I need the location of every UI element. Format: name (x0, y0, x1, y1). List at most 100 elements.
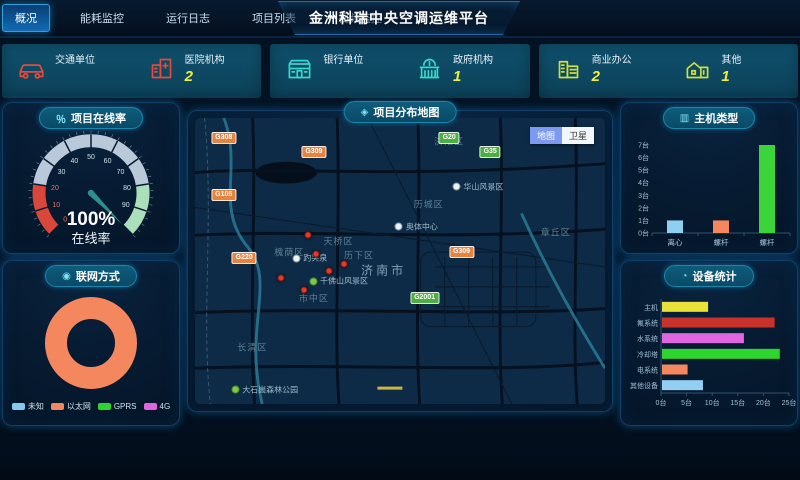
satellite-mode-button[interactable]: 卫星 (562, 127, 594, 144)
left-column: ％ 项目在线率 0102030405060708090100%在线率 ◉ 联网方… (2, 102, 180, 426)
network-header: ◉ 联网方式 (45, 265, 137, 287)
map-district-label: 历下区 (344, 249, 374, 262)
svg-text:6台: 6台 (638, 153, 649, 162)
map-poi-label: 千佛山风景区 (309, 276, 368, 287)
stat-value: 1 (721, 68, 741, 87)
top-nav-bar: 概况能耗监控运行日志项目列表视频监控 金洲科瑞中央空调运维平台 (0, 0, 800, 38)
nav-tab-1[interactable]: 概况 (2, 4, 50, 32)
stat-label: 商业办公 (592, 55, 632, 68)
svg-text:螺杆: 螺杆 (760, 237, 775, 247)
legend-label: 以太网 (67, 401, 91, 412)
road-badge: G308 (211, 132, 236, 144)
legend-swatch (51, 403, 64, 410)
svg-text:70: 70 (117, 169, 125, 176)
stat-label: 其他 (721, 55, 741, 68)
map-canvas[interactable]: 济南市槐荫区天桥区历下区市中区历城区济阳区章丘区长清区趵突泉千佛山风景区大石崮森… (195, 118, 605, 404)
svg-text:100%: 100% (67, 209, 116, 230)
online-rate-panel: ％ 项目在线率 0102030405060708090100%在线率 (2, 102, 180, 254)
stat-item: 商业办公2 (539, 55, 669, 87)
stat-item: 银行单位 (270, 55, 400, 87)
stat-item: 交通单位 (2, 55, 132, 87)
project-marker[interactable] (300, 287, 307, 294)
svg-text:10: 10 (52, 202, 60, 209)
device-stats-title: 设备统计 (693, 268, 737, 284)
road-badge: G2001 (410, 292, 439, 304)
map-poi-label: 趵突泉 (292, 253, 327, 264)
road-badge: G220 (232, 252, 257, 264)
bank-icon (286, 55, 313, 87)
svg-text:冷却塔: 冷却塔 (637, 350, 658, 359)
map-mode-button[interactable]: 地图 (530, 127, 562, 144)
legend-label: 未知 (28, 401, 44, 412)
svg-text:60: 60 (104, 158, 112, 165)
nav-tab-3[interactable]: 运行日志 (154, 5, 222, 31)
car-icon (18, 55, 45, 87)
legend-swatch (12, 403, 25, 410)
map-poi-label: 华山风景区 (452, 181, 503, 192)
government-icon (416, 55, 443, 87)
road-badge: G309 (449, 246, 474, 258)
bar-chart-icon: ▥ (680, 113, 689, 124)
svg-text:0台: 0台 (656, 398, 667, 407)
map-poi-label: 奥体中心 (395, 221, 438, 232)
road-badge: G20 (439, 132, 460, 144)
stats-row: 交通单位 医院机构2银行单位 政府机构1商业办公2其他1 (0, 38, 800, 98)
host-type-header: ▥ 主机类型 (663, 107, 755, 129)
network-legend: 未知 以太网 GPRS 4G (3, 401, 179, 412)
network-donut-chart (3, 287, 179, 399)
house-icon (684, 55, 711, 87)
project-marker[interactable] (305, 232, 312, 239)
host-type-title: 主机类型 (694, 110, 738, 126)
poi-dot-icon (231, 386, 239, 394)
legend-item[interactable]: 以太网 (51, 401, 91, 412)
svg-text:50: 50 (87, 154, 95, 161)
project-marker[interactable] (312, 251, 319, 258)
stat-value (55, 68, 95, 87)
map-panel: ◈ 项目分布地图 (187, 110, 613, 412)
legend-item[interactable]: GPRS (98, 401, 137, 412)
map-poi-label: 大石崮森林公园 (231, 384, 298, 395)
project-marker[interactable] (278, 275, 285, 282)
map-district-label: 长清区 (237, 340, 267, 353)
stat-value: 2 (185, 68, 225, 87)
road-badge: G35 (480, 146, 501, 158)
svg-text:10台: 10台 (705, 398, 720, 407)
nav-tab-2[interactable]: 能耗监控 (68, 5, 136, 31)
poi-dot-icon (292, 254, 300, 262)
svg-text:4台: 4台 (638, 178, 649, 187)
svg-text:30: 30 (58, 169, 66, 176)
network-icon: ◉ (62, 271, 71, 282)
map-district-label: 章丘区 (541, 226, 571, 239)
poi-dot-icon (395, 223, 403, 231)
stat-card: 商业办公2 其他1 (539, 44, 798, 98)
svg-text:7台: 7台 (638, 141, 649, 150)
office-icon (555, 55, 582, 87)
stat-value: 1 (453, 68, 493, 87)
stat-value: 2 (592, 68, 632, 87)
map-title: 项目分布地图 (373, 104, 439, 120)
device-stats-panel: ◔ 设备统计 0台5台10台15台20台25台主机氟系统水系统冷却塔电系统其他设… (620, 260, 798, 426)
project-marker[interactable] (326, 268, 333, 275)
stat-card: 交通单位 医院机构2 (2, 44, 261, 98)
svg-text:0台: 0台 (638, 229, 649, 238)
svg-text:90: 90 (122, 202, 130, 209)
pie-icon: ◔ (681, 271, 687, 282)
road-badge: G309 (301, 146, 326, 158)
svg-text:20: 20 (51, 185, 59, 192)
network-title: 联网方式 (76, 268, 120, 284)
project-marker[interactable] (340, 260, 347, 267)
svg-text:螺杆: 螺杆 (714, 237, 729, 247)
right-column: ▥ 主机类型 0台1台2台3台4台5台6台7台离心螺杆螺杆 ◔ 设备统计 0台5… (620, 102, 798, 426)
stat-label: 交通单位 (55, 55, 95, 68)
stat-item: 政府机构1 (400, 55, 530, 87)
stat-card: 银行单位 政府机构1 (270, 44, 529, 98)
legend-swatch (98, 403, 111, 410)
stat-item: 医院机构2 (132, 55, 262, 87)
svg-text:40: 40 (71, 158, 79, 165)
legend-item[interactable]: 未知 (12, 401, 44, 412)
svg-text:20台: 20台 (756, 398, 771, 407)
stat-label: 医院机构 (185, 55, 225, 68)
device-stats-bar-chart: 0台5台10台15台20台25台主机氟系统水系统冷却塔电系统其他设备 (621, 287, 797, 419)
legend-item[interactable]: 4G (144, 401, 171, 412)
legend-swatch (144, 403, 157, 410)
